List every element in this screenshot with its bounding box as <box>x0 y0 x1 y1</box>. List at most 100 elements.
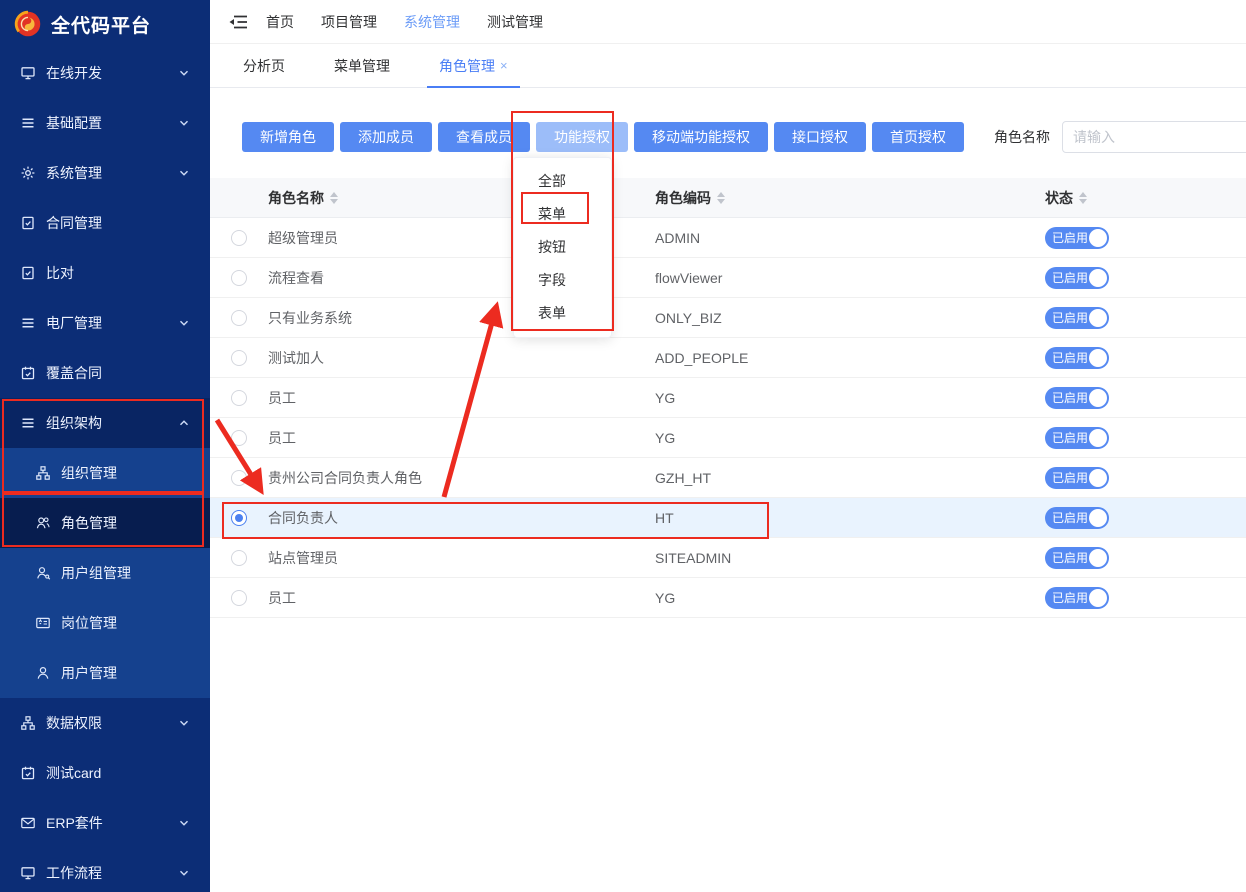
tab-close-icon[interactable]: × <box>500 59 508 72</box>
column-header-status: 状态 <box>1045 188 1246 208</box>
sort-icon[interactable] <box>717 192 725 204</box>
role-code-cell: ONLY_BIZ <box>655 310 1045 326</box>
sidebar-item-user-mgmt[interactable]: 用户管理 <box>0 648 210 698</box>
add-member-button[interactable]: 添加成员 <box>340 122 432 152</box>
row-radio[interactable] <box>231 230 247 246</box>
dropdown-item-button[interactable]: 按钮 <box>514 231 611 264</box>
table-row[interactable]: 合同负责人HT已启用 <box>210 498 1246 538</box>
table-row[interactable]: 员工YG已启用 <box>210 378 1246 418</box>
status-toggle[interactable]: 已启用 <box>1045 347 1109 369</box>
tab-label: 角色管理 <box>439 56 495 76</box>
logo: 全代码平台 <box>0 0 210 48</box>
api-auth-button[interactable]: 接口授权 <box>774 122 866 152</box>
status-toggle-label: 已启用 <box>1052 549 1088 566</box>
status-toggle[interactable]: 已启用 <box>1045 467 1109 489</box>
sidebar-collapse-icon[interactable] <box>228 14 248 30</box>
sidebar-item-label: 组织架构 <box>46 413 178 433</box>
row-radio[interactable] <box>231 270 247 286</box>
sidebar-item-label: 岗位管理 <box>61 613 190 633</box>
sidebar-item-role-mgmt[interactable]: 角色管理 <box>0 498 210 548</box>
status-cell: 已启用 <box>1045 227 1246 249</box>
toolbar-buttons: 新增角色添加成员查看成员功能授权移动端功能授权接口授权首页授权 <box>242 122 970 152</box>
status-toggle[interactable]: 已启用 <box>1045 307 1109 329</box>
tab-analysis[interactable]: 分析页 <box>237 44 291 88</box>
row-radio[interactable] <box>231 590 247 606</box>
sidebar-item-system-mgmt[interactable]: 系统管理 <box>0 148 210 198</box>
row-radio[interactable] <box>231 550 247 566</box>
topnav-item-system-mgmt[interactable]: 系统管理 <box>404 12 460 32</box>
status-toggle-label: 已启用 <box>1052 349 1088 366</box>
row-radio[interactable] <box>231 350 247 366</box>
status-toggle[interactable]: 已启用 <box>1045 427 1109 449</box>
table-row[interactable]: 贵州公司合同负责人角色GZH_HT已启用 <box>210 458 1246 498</box>
add-role-button[interactable]: 新增角色 <box>242 122 334 152</box>
toggle-knob-icon <box>1089 589 1107 607</box>
logo-icon <box>14 10 42 38</box>
table-row[interactable]: 流程查看flowViewer已启用 <box>210 258 1246 298</box>
sidebar-item-online-dev[interactable]: 在线开发 <box>0 48 210 98</box>
sidebar-item-base-config[interactable]: 基础配置 <box>0 98 210 148</box>
table-row[interactable]: 员工YG已启用 <box>210 578 1246 618</box>
dropdown-item-all[interactable]: 全部 <box>514 165 611 198</box>
status-toggle[interactable]: 已启用 <box>1045 267 1109 289</box>
sort-icon[interactable] <box>1079 192 1087 204</box>
person-icon <box>35 665 51 681</box>
mobile-function-auth-button[interactable]: 移动端功能授权 <box>634 122 768 152</box>
sidebar-item-plant-mgmt[interactable]: 电厂管理 <box>0 298 210 348</box>
table-row[interactable]: 测试加人ADD_PEOPLE已启用 <box>210 338 1246 378</box>
toggle-knob-icon <box>1089 429 1107 447</box>
status-toggle-label: 已启用 <box>1052 229 1088 246</box>
sidebar-item-contract-mgmt[interactable]: 合同管理 <box>0 198 210 248</box>
view-member-button[interactable]: 查看成员 <box>438 122 530 152</box>
sidebar-item-label: 用户管理 <box>61 663 190 683</box>
org-icon <box>35 465 51 481</box>
sidebar-item-test-card[interactable]: 测试card <box>0 748 210 798</box>
sidebar-item-compare[interactable]: 比对 <box>0 248 210 298</box>
topnav-item-project-mgmt[interactable]: 项目管理 <box>321 12 377 32</box>
table-row[interactable]: 超级管理员ADMIN已启用 <box>210 218 1246 258</box>
people-icon <box>35 515 51 531</box>
sidebar-item-cover-contract[interactable]: 覆盖合同 <box>0 348 210 398</box>
sidebar-item-user-group-mgmt[interactable]: 用户组管理 <box>0 548 210 598</box>
list-icon <box>20 315 36 331</box>
table-row[interactable]: 只有业务系统ONLY_BIZ已启用 <box>210 298 1246 338</box>
status-toggle[interactable]: 已启用 <box>1045 387 1109 409</box>
status-toggle-label: 已启用 <box>1052 469 1088 486</box>
topnav-item-test-mgmt[interactable]: 测试管理 <box>487 12 543 32</box>
role-name-input[interactable] <box>1062 121 1246 153</box>
topnav-item-home[interactable]: 首页 <box>266 12 294 32</box>
tab-role-mgmt[interactable]: 角色管理 × <box>433 44 514 88</box>
role-code-cell: SITEADMIN <box>655 550 1045 566</box>
sidebar-item-post-mgmt[interactable]: 岗位管理 <box>0 598 210 648</box>
tab-menu-mgmt[interactable]: 菜单管理 <box>328 44 396 88</box>
row-radio[interactable] <box>231 430 247 446</box>
status-toggle-label: 已启用 <box>1052 309 1088 326</box>
main-area: 首页 项目管理 系统管理 测试管理 分析页菜单管理 角色管理 × 新增角色添加成员查看成员… <box>210 0 1246 892</box>
dropdown-item-field[interactable]: 字段 <box>514 264 611 297</box>
sort-icon[interactable] <box>330 192 338 204</box>
sidebar-item-data-permission[interactable]: 数据权限 <box>0 698 210 748</box>
app-root: 全代码平台 在线开发基础配置系统管理合同管理比对电厂管理覆盖合同组织架构组织管理… <box>0 0 1246 892</box>
sidebar-item-org-mgmt[interactable]: 组织管理 <box>0 448 210 498</box>
row-radio[interactable] <box>231 470 247 486</box>
row-radio[interactable] <box>231 390 247 406</box>
status-toggle[interactable]: 已启用 <box>1045 547 1109 569</box>
sidebar-item-org-structure[interactable]: 组织架构 <box>0 398 210 448</box>
status-toggle[interactable]: 已启用 <box>1045 587 1109 609</box>
table-row[interactable]: 员工YG已启用 <box>210 418 1246 458</box>
sidebar-item-label: 工作流程 <box>46 863 178 883</box>
status-toggle[interactable]: 已启用 <box>1045 227 1109 249</box>
dropdown-item-form[interactable]: 表单 <box>514 297 611 330</box>
row-radio[interactable] <box>231 510 247 526</box>
status-cell: 已启用 <box>1045 467 1246 489</box>
dropdown-item-menu[interactable]: 菜单 <box>514 198 611 231</box>
table-row[interactable]: 站点管理员SITEADMIN已启用 <box>210 538 1246 578</box>
idcard-icon <box>35 615 51 631</box>
sidebar-item-workflow[interactable]: 工作流程 <box>0 848 210 892</box>
sidebar-item-erp-suite[interactable]: ERP套件 <box>0 798 210 848</box>
row-radio[interactable] <box>231 310 247 326</box>
status-toggle[interactable]: 已启用 <box>1045 507 1109 529</box>
function-auth-button[interactable]: 功能授权 <box>536 122 628 152</box>
toggle-knob-icon <box>1089 469 1107 487</box>
home-auth-button[interactable]: 首页授权 <box>872 122 964 152</box>
